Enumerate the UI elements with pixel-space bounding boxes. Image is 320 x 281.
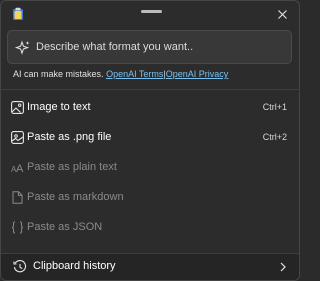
close-icon (277, 9, 287, 19)
braces-icon (11, 221, 24, 234)
menu-item-shortcut: Ctrl+2 (262, 132, 287, 142)
ai-disclaimer: AI can make mistakes. OpenAI Terms|OpenA… (13, 69, 228, 83)
menu-item-shortcut: Ctrl+1 (262, 102, 287, 112)
drag-handle[interactable] (141, 10, 162, 13)
menu-item-label: Paste as markdown (27, 191, 124, 203)
titlebar[interactable] (1, 1, 299, 27)
svg-text:A: A (16, 163, 24, 174)
openai-terms-link[interactable]: OpenAI Terms (106, 69, 163, 79)
menu-item-paste-as-plain-text: A A Paste as plain text (1, 156, 299, 180)
clipboard-history-label: Clipboard history (33, 260, 116, 272)
menu-item-paste-as-png[interactable]: Paste as .png file Ctrl+2 (1, 126, 299, 150)
clipboard-history-button[interactable]: Clipboard history (1, 254, 299, 280)
menu-item-label: Image to text (27, 101, 91, 113)
advanced-paste-window: AI can make mistakes. OpenAI Terms|OpenA… (0, 0, 300, 281)
openai-privacy-link[interactable]: OpenAI Privacy (166, 69, 229, 79)
png-file-icon (11, 131, 24, 144)
menu-item-label: Paste as plain text (27, 161, 117, 173)
prompt-input[interactable] (36, 38, 286, 56)
disclaimer-text: AI can make mistakes. (13, 69, 104, 79)
menu-item-paste-as-json: Paste as JSON (1, 216, 299, 240)
prompt-box[interactable] (7, 30, 292, 64)
clipboard-app-icon (13, 7, 23, 20)
image-icon (11, 101, 24, 114)
menu-item-image-to-text[interactable]: Image to text Ctrl+1 (1, 96, 299, 120)
divider (1, 89, 299, 90)
menu-item-paste-as-markdown: Paste as markdown (1, 186, 299, 210)
menu-item-label: Paste as JSON (27, 221, 103, 233)
text-aa-icon: A A (11, 163, 24, 174)
sparkle-icon (15, 40, 30, 55)
document-icon (12, 191, 23, 204)
close-button[interactable] (272, 4, 292, 24)
menu-item-label: Paste as .png file (27, 131, 112, 143)
clipboard-history-icon (13, 260, 27, 273)
chevron-right-icon (280, 262, 286, 272)
